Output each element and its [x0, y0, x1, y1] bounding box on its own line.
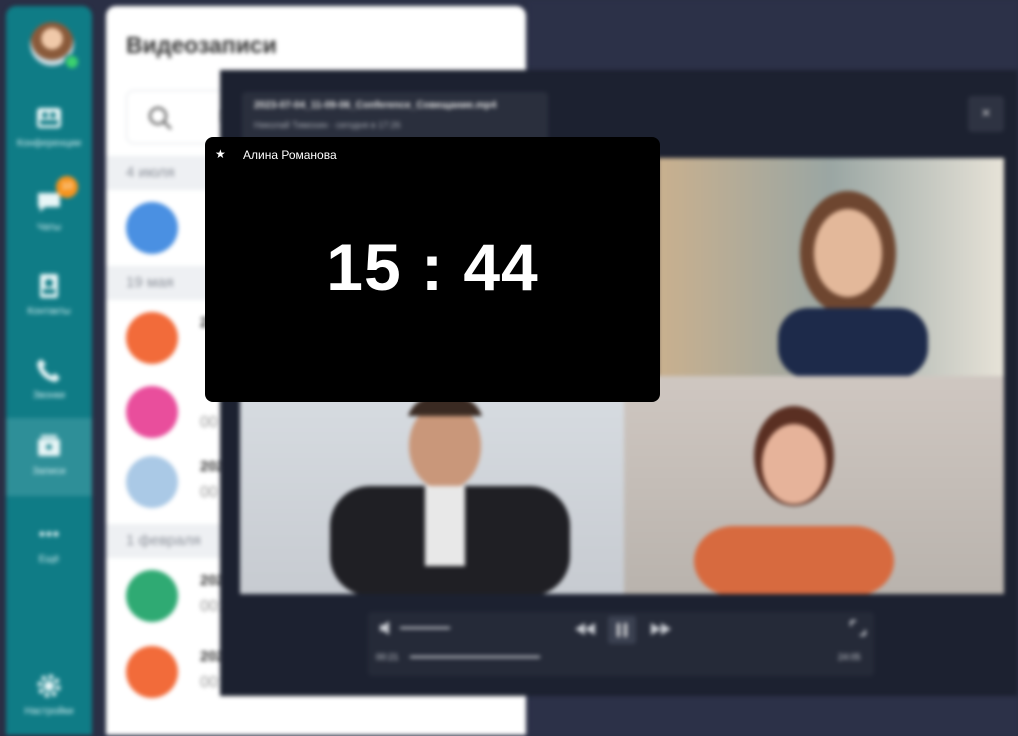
- video-tile-participant: [240, 376, 624, 594]
- sidebar: Конференции Чаты Контакты Звонки Записи …: [6, 6, 92, 735]
- search-icon: [148, 106, 172, 130]
- total-time: 24:05: [838, 652, 861, 662]
- sidebar-item-more[interactable]: Ещё: [6, 506, 92, 584]
- forward-icon[interactable]: [650, 622, 672, 636]
- sidebar-item-label: Настройки: [24, 706, 74, 717]
- record-duration: 00: [200, 484, 218, 501]
- video-record-icon: [126, 312, 178, 364]
- sidebar-item-label: Чаты: [37, 222, 61, 233]
- volume-icon[interactable]: [378, 620, 458, 636]
- record-duration: 00: [200, 414, 218, 431]
- video-file-name: 2023-07-04_11-09-06_Conference_Совещание…: [254, 100, 497, 111]
- timer: 15 : 44: [326, 230, 539, 304]
- video-record-icon: [126, 202, 178, 254]
- sidebar-item-label: Звонки: [32, 390, 66, 401]
- sidebar-item-label: Контакты: [27, 306, 71, 317]
- calls-icon: [37, 359, 60, 382]
- sidebar-item-conferences[interactable]: Конференции: [6, 90, 92, 168]
- sidebar-item-recordings[interactable]: Записи: [6, 418, 92, 496]
- sidebar-item-label: Ещё: [38, 554, 60, 565]
- settings-icon: [37, 674, 61, 698]
- video-tile-participant: [624, 376, 1004, 594]
- conference-icon: [37, 108, 61, 128]
- sidebar-item-label: Конференции: [16, 138, 82, 149]
- video-record-icon: [126, 570, 178, 622]
- participant-silhouette-icon: [778, 191, 928, 376]
- more-icon: [39, 531, 59, 537]
- recordings-icon: [38, 435, 60, 456]
- contacts-icon: [40, 274, 58, 298]
- elapsed-time: 00:21: [376, 652, 399, 662]
- unread-badge: 10: [56, 176, 78, 198]
- presence-indicator: [64, 54, 80, 70]
- player-controls: 00:21 24:05: [368, 612, 874, 676]
- video-record-icon: [126, 456, 178, 508]
- page-title: Видеозаписи: [126, 32, 277, 58]
- active-speaker-popup: ★ Алина Романова 15 : 44: [205, 137, 660, 402]
- sidebar-item-calls[interactable]: Звонки: [6, 342, 92, 420]
- sidebar-item-settings[interactable]: Настройки: [6, 658, 92, 736]
- video-subtitle: Николай Тимохин · сегодня в 17:26: [254, 120, 401, 130]
- participant-silhouette-icon: [694, 406, 894, 594]
- fullscreen-icon[interactable]: [850, 620, 866, 636]
- video-record-icon: [126, 646, 178, 698]
- progress-bar[interactable]: [410, 656, 540, 658]
- sidebar-item-chats[interactable]: Чаты: [6, 174, 92, 252]
- pause-button[interactable]: [608, 616, 636, 644]
- sidebar-item-contacts[interactable]: Контакты: [6, 258, 92, 336]
- close-button[interactable]: ×: [968, 96, 1004, 132]
- sidebar-item-label: Записи: [32, 466, 66, 477]
- pause-icon: [617, 623, 627, 637]
- rewind-icon[interactable]: [574, 622, 596, 636]
- participant-name: Алина Романова: [243, 148, 337, 162]
- video-record-icon: [126, 386, 178, 438]
- star-icon[interactable]: ★: [215, 147, 226, 161]
- viewer-header: 2023-07-04_11-09-06_Conference_Совещание…: [242, 92, 548, 142]
- participant-silhouette-icon: [330, 393, 570, 594]
- video-tile-participant: [658, 158, 1004, 376]
